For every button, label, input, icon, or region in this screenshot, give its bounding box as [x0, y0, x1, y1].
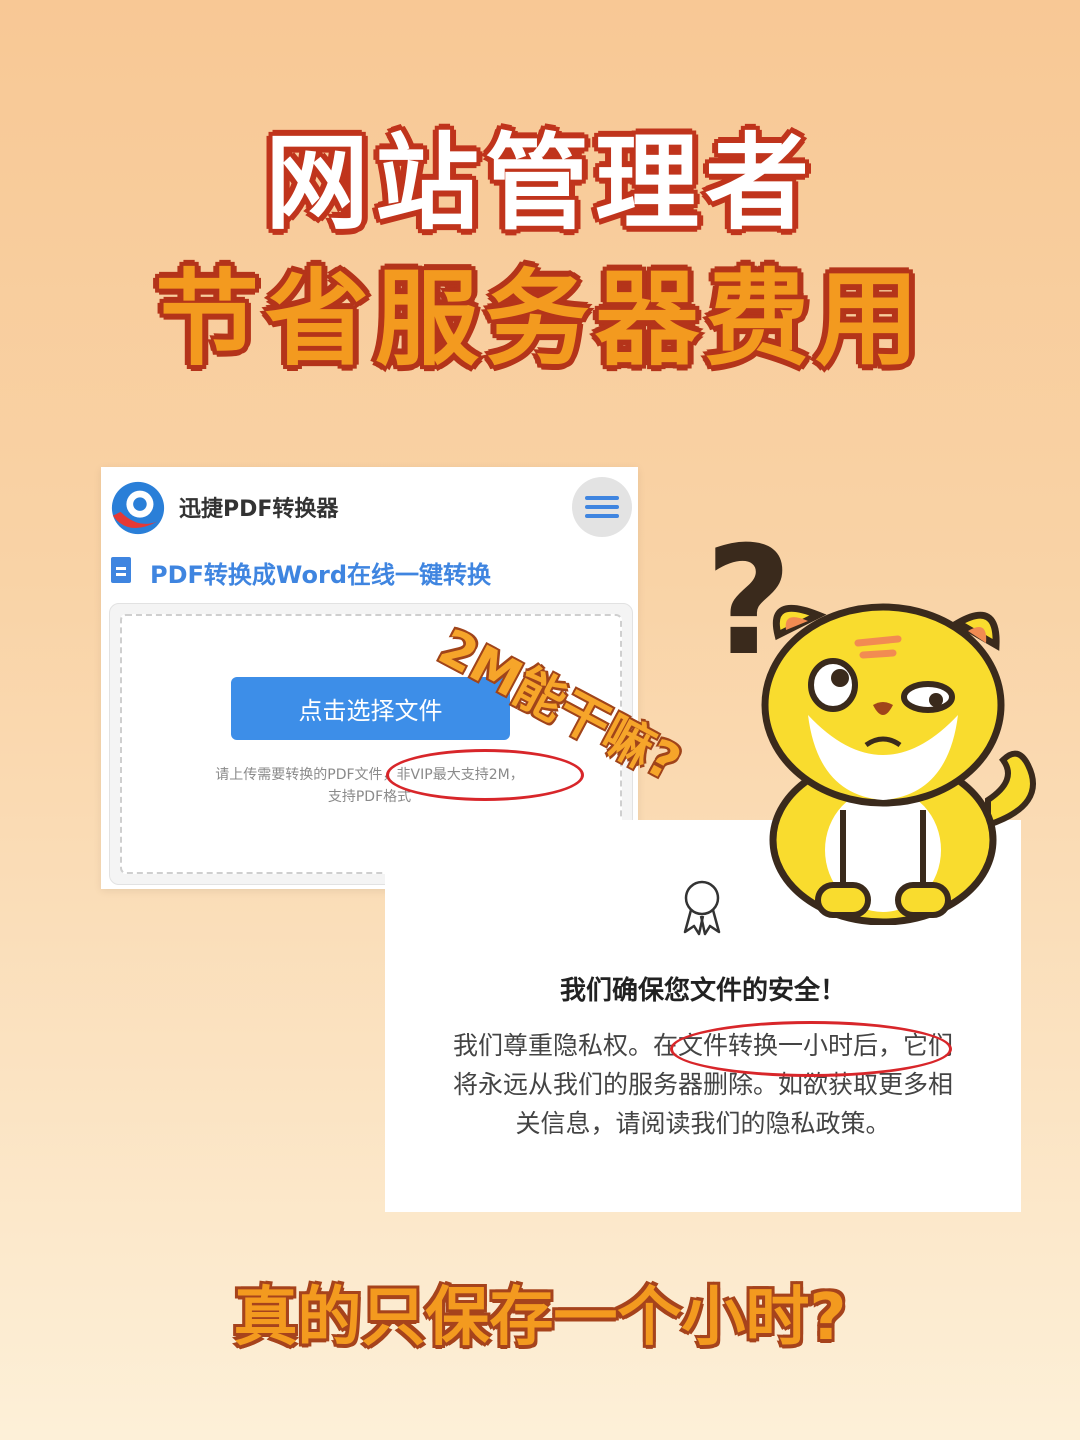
headline-line1: 网站管理者	[264, 122, 815, 244]
document-icon	[111, 557, 131, 583]
app-logo-icon	[111, 481, 165, 535]
highlight-circle-limit	[386, 749, 584, 801]
brand-name: 迅捷PDF转换器	[179, 497, 339, 522]
bottom-caption: 真的只保存一个小时?	[233, 1281, 847, 1355]
hamburger-menu-icon[interactable]	[572, 477, 632, 537]
security-title: 我们确保您文件的安全！	[559, 976, 846, 1006]
section-title: PDF转换成Word在线一键转换	[150, 561, 492, 589]
headline-line2: 节省服务器费用	[154, 258, 925, 380]
highlight-circle-time	[670, 1021, 952, 1077]
tiger-mascot-icon	[761, 603, 1036, 925]
award-ribbon-icon	[683, 880, 721, 936]
